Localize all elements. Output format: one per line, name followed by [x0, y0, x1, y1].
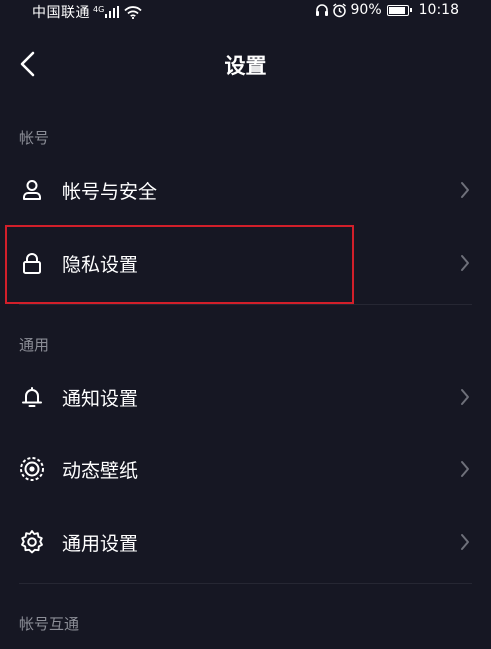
signal-icon — [105, 6, 120, 18]
bell-icon — [19, 384, 45, 410]
battery-fill — [388, 6, 405, 14]
wallpaper-icon — [19, 456, 45, 482]
section-header-account-linking: 帐号互通 — [19, 615, 80, 633]
divider — [19, 304, 472, 305]
list-item-notification-settings[interactable]: 通知设置 — [0, 363, 491, 431]
chevron-right-icon — [461, 255, 469, 271]
list-item-label: 通用设置 — [62, 532, 139, 555]
chevron-right-icon — [461, 182, 469, 198]
chevron-right-icon — [461, 534, 469, 550]
clock: 10:18 — [418, 2, 459, 18]
network-type: 4G — [93, 4, 105, 14]
lock-icon — [19, 250, 45, 276]
headphone-icon — [315, 4, 328, 16]
page-title: 设置 — [224, 54, 267, 78]
list-item-general-settings[interactable]: 通用设置 — [0, 508, 491, 576]
section-header-general: 通用 — [19, 336, 50, 354]
carrier-name: 中国联通 — [32, 5, 90, 21]
battery-icon — [386, 4, 412, 16]
list-item-label: 通知设置 — [62, 387, 139, 410]
alarm-icon — [332, 2, 346, 17]
battery-percent: 90% — [350, 2, 382, 18]
chevron-right-icon — [461, 461, 469, 477]
status-right: 90% 10:18 — [315, 2, 459, 18]
nav-bar: 设置 — [0, 40, 491, 88]
list-item-label: 帐号与安全 — [62, 180, 158, 203]
wifi-icon — [124, 5, 142, 19]
list-item-label: 动态壁纸 — [62, 459, 139, 482]
list-item-label: 隐私设置 — [62, 253, 139, 276]
gear-icon — [19, 529, 45, 555]
list-item-account-security[interactable]: 帐号与安全 — [0, 156, 491, 224]
status-bar: 中国联通 4G 90% 10:18 — [0, 0, 491, 22]
chevron-right-icon — [461, 389, 469, 405]
list-item-live-wallpaper[interactable]: 动态壁纸 — [0, 435, 491, 503]
user-icon — [19, 177, 45, 203]
section-header-account: 帐号 — [19, 129, 50, 147]
status-left: 中国联通 4G — [32, 2, 142, 22]
divider — [19, 583, 472, 584]
list-item-privacy-settings[interactable]: 隐私设置 — [0, 229, 491, 297]
